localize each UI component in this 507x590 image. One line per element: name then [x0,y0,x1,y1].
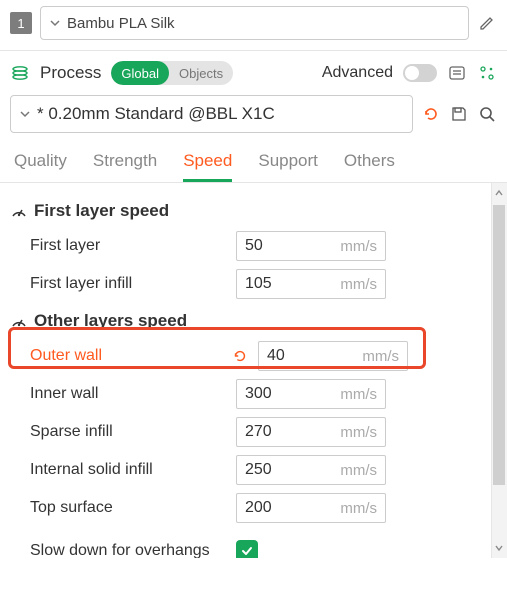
unit: mm/s [340,500,377,517]
row-sparse-infill: Sparse infill mm/s [10,413,485,451]
tab-quality[interactable]: Quality [14,151,67,182]
gauge-icon [10,312,28,330]
process-preset-dropdown[interactable]: * 0.20mm Standard @BBL X1C [10,95,413,133]
chevron-down-icon [19,108,31,120]
scope-toggle[interactable]: Global Objects [111,61,233,85]
label-first-layer: First layer [30,237,230,255]
gauge-icon [10,202,28,220]
scrollbar[interactable] [491,183,507,558]
input-internal-solid-infill[interactable]: mm/s [236,455,386,485]
input-outer-wall-field[interactable] [267,347,327,365]
tab-support[interactable]: Support [258,151,318,182]
row-first-layer-infill: First layer infill mm/s [10,265,485,303]
scroll-down-icon[interactable] [491,540,507,556]
advanced-label: Advanced [322,64,393,82]
group-other-layers-speed: Other layers speed [10,303,485,337]
input-inner-wall[interactable]: mm/s [236,379,386,409]
scope-global[interactable]: Global [111,61,169,85]
row-outer-wall: Outer wall mm/s [10,337,485,375]
process-preset-name: * 0.20mm Standard @BBL X1C [37,104,275,124]
input-first-layer-infill[interactable]: mm/s [236,269,386,299]
search-icon[interactable] [477,104,497,124]
unit: mm/s [362,348,399,365]
input-top-surface-field[interactable] [245,499,305,517]
scrollbar-thumb[interactable] [493,205,505,485]
checkbox-slow-overhangs[interactable] [236,540,258,558]
scope-objects[interactable]: Objects [169,61,233,85]
label-top-surface: Top surface [30,499,230,517]
label-outer-wall: Outer wall [30,347,230,365]
row-inner-wall: Inner wall mm/s [10,375,485,413]
input-outer-wall[interactable]: mm/s [258,341,408,371]
unit: mm/s [340,238,377,255]
compare-icon[interactable] [477,63,497,83]
filament-index: 1 [17,16,24,31]
row-internal-solid-infill: Internal solid infill mm/s [10,451,485,489]
tab-speed[interactable]: Speed [183,151,232,182]
row-slow-overhangs: Slow down for overhangs [10,527,485,558]
unit: mm/s [340,386,377,403]
input-first-layer-field[interactable] [245,237,305,255]
advanced-toggle[interactable] [403,64,437,82]
filament-color-swatch[interactable]: 1 [10,12,32,34]
unit: mm/s [340,276,377,293]
label-internal-solid-infill: Internal solid infill [30,461,230,479]
checkmark-icon [240,544,254,558]
label-first-layer-infill: First layer infill [30,275,230,293]
reset-icon[interactable] [421,104,441,124]
scroll-up-icon[interactable] [491,185,507,201]
group-title: First layer speed [34,201,169,221]
label-inner-wall: Inner wall [30,385,230,403]
label-slow-overhangs: Slow down for overhangs [30,541,230,558]
unit: mm/s [340,424,377,441]
label-sparse-infill: Sparse infill [30,423,230,441]
save-icon[interactable] [449,104,469,124]
row-top-surface: Top surface mm/s [10,489,485,527]
reset-icon[interactable] [232,348,248,364]
input-top-surface[interactable]: mm/s [236,493,386,523]
input-sparse-infill[interactable]: mm/s [236,417,386,447]
input-first-layer-infill-field[interactable] [245,275,305,293]
edit-icon[interactable] [477,13,497,33]
filament-name: Bambu PLA Silk [67,15,175,32]
filament-dropdown[interactable]: Bambu PLA Silk [40,6,469,40]
input-inner-wall-field[interactable] [245,385,305,403]
row-first-layer: First layer mm/s [10,227,485,265]
chevron-down-icon [49,17,61,29]
layers-icon [10,63,30,83]
settings-tabs: Quality Strength Speed Support Others [0,141,507,183]
input-first-layer[interactable]: mm/s [236,231,386,261]
input-sparse-infill-field[interactable] [245,423,305,441]
list-icon[interactable] [447,63,467,83]
process-section-label: Process [40,63,101,83]
group-title: Other layers speed [34,311,187,331]
unit: mm/s [340,462,377,479]
tab-others[interactable]: Others [344,151,395,182]
group-first-layer-speed: First layer speed [10,193,485,227]
tab-strength[interactable]: Strength [93,151,157,182]
input-internal-solid-infill-field[interactable] [245,461,305,479]
